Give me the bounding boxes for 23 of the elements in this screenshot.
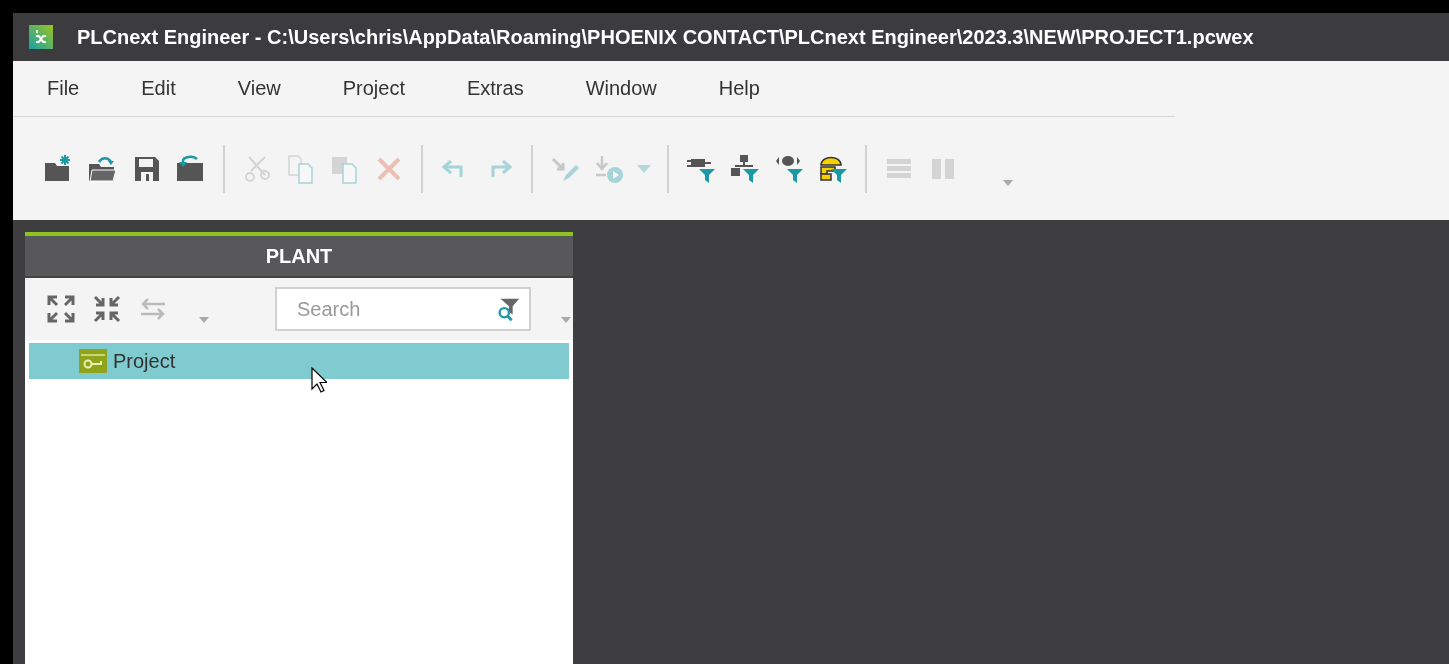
caret-icon[interactable] xyxy=(637,165,651,173)
menu-item[interactable]: Extras xyxy=(466,77,524,100)
menu-item[interactable]: File xyxy=(47,77,80,100)
mouse-pointer-icon xyxy=(311,367,327,393)
search-field[interactable]: Search xyxy=(275,287,531,331)
caret-icon[interactable] xyxy=(199,317,209,323)
menu-item[interactable]: Edit xyxy=(141,77,176,100)
caret-icon[interactable] xyxy=(561,317,571,323)
app-logo-icon xyxy=(29,25,53,49)
menu-item[interactable]: Window xyxy=(585,77,657,100)
network-filter-icon[interactable] xyxy=(729,153,761,185)
search-filter-icon[interactable] xyxy=(495,296,521,322)
menu-item[interactable]: View xyxy=(237,77,281,100)
menu-item[interactable]: Project xyxy=(342,77,405,100)
panel-title: PLANT xyxy=(25,236,573,278)
expand-icon[interactable] xyxy=(45,293,77,325)
project-folder-icon xyxy=(79,349,107,373)
menu-item[interactable]: Help xyxy=(718,77,760,100)
caret-icon[interactable] xyxy=(1003,180,1013,186)
window-title: PLCnext Engineer - C:\Users\chris\AppData\Roaming\PHOENIX CONTACT\PLCnext Engineer\2023.3\NEW\PROJECT1.pcwex xyxy=(77,25,1254,49)
device-filter-icon[interactable] xyxy=(773,153,805,185)
collapse-icon[interactable] xyxy=(91,293,123,325)
tree-item[interactable]: Project xyxy=(29,343,569,379)
